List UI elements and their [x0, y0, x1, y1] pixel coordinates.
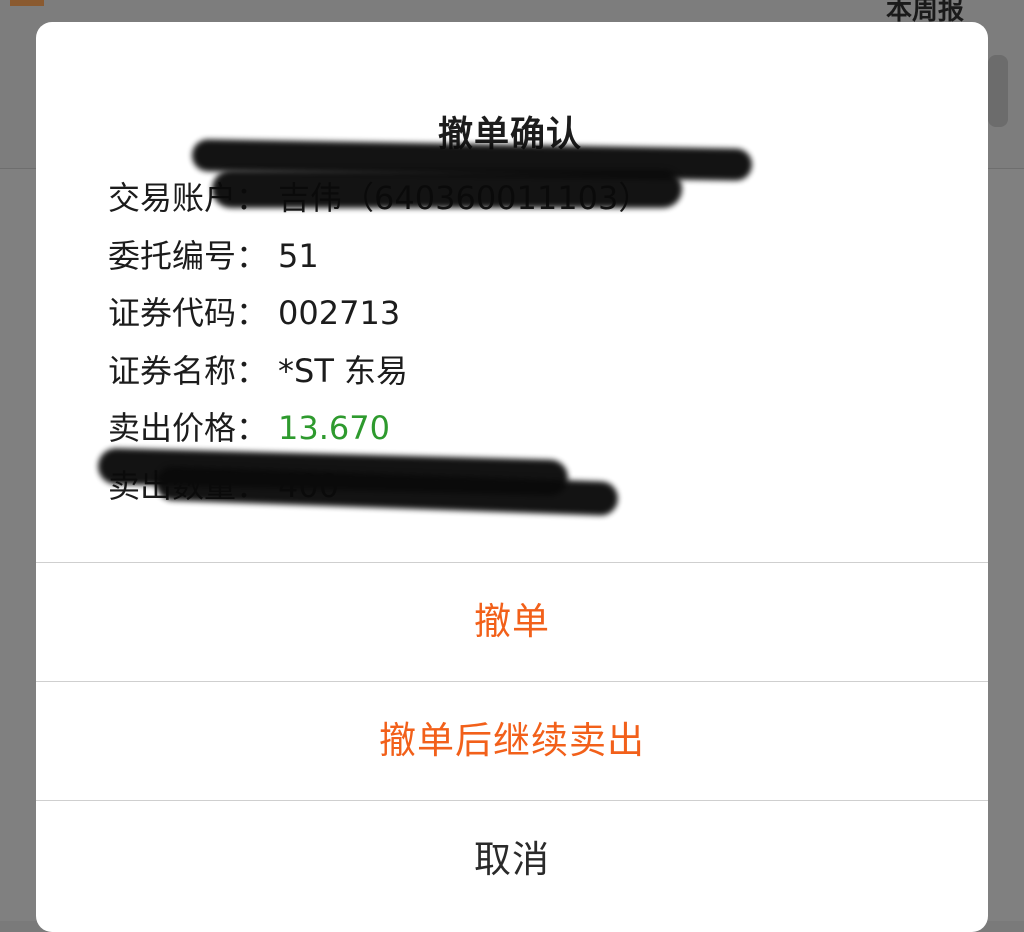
- security-name-value: *ST 东易: [278, 351, 409, 390]
- cancel-and-continue-sell-button[interactable]: 撤单后继续卖出: [36, 682, 988, 800]
- order-number-value: 51: [278, 236, 319, 275]
- info-row-security-name: 证券名称： *ST 东易: [108, 343, 650, 401]
- redaction-mark-account: [212, 170, 682, 208]
- sell-price-value: 13.670: [278, 409, 390, 447]
- order-number-label: 委托编号：: [108, 236, 269, 275]
- cancel-order-dialog: 撤单确认 交易账户：吉伟（640360011103） 委托编号：51 证券代码：…: [36, 22, 988, 932]
- security-name-label: 证券名称：: [108, 351, 269, 390]
- info-row-security-code: 证券代码： 002713: [108, 285, 650, 343]
- background-tab-indicator: [10, 0, 44, 6]
- info-row-sell-price: 卖出价格： 13.670: [108, 400, 650, 458]
- background-control: [988, 55, 1008, 127]
- dismiss-button[interactable]: 取消: [36, 801, 988, 919]
- security-code-value: 002713: [278, 294, 401, 332]
- info-row-order-number: 委托编号： 51: [108, 228, 650, 286]
- security-code-label: 证券代码：: [108, 294, 269, 332]
- cancel-order-button[interactable]: 撤单: [36, 563, 988, 681]
